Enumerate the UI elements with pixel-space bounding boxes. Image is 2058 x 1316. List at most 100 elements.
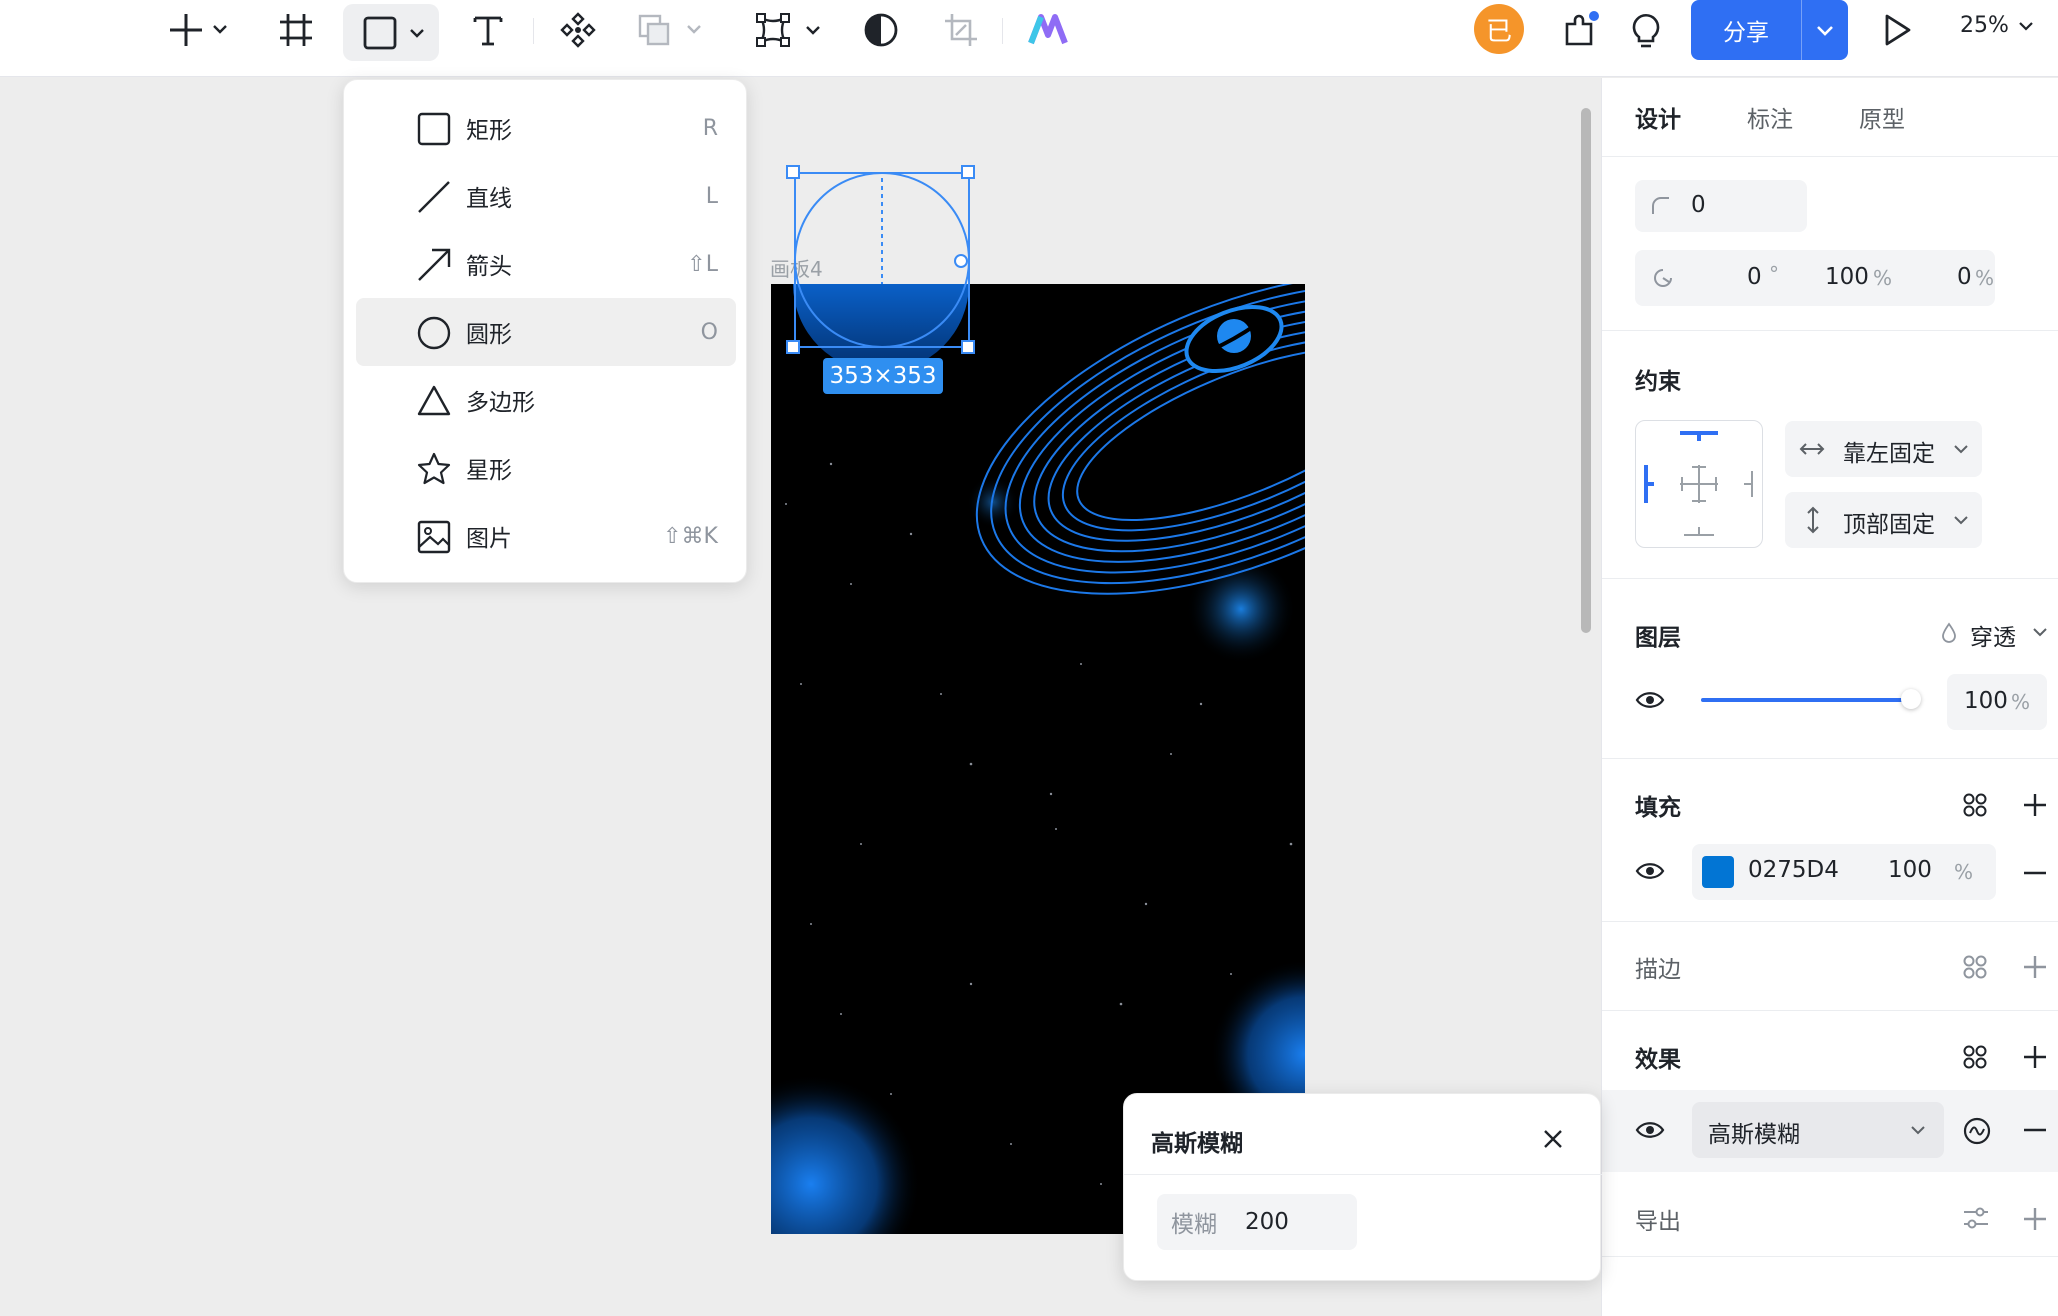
horizontal-constraint-select[interactable]: 靠左固定 bbox=[1785, 421, 1982, 477]
opacity-value: 100 bbox=[1964, 688, 2008, 714]
artboard[interactable] bbox=[771, 284, 1305, 1234]
arrow-icon bbox=[418, 248, 451, 281]
style-library-icon[interactable] bbox=[1962, 792, 1988, 818]
image-icon bbox=[417, 520, 451, 554]
top-toolbar: 已 分享 25% bbox=[0, 0, 2058, 77]
arc-start-unit: ° bbox=[1769, 262, 1779, 286]
ai-tool-button[interactable] bbox=[1022, 0, 1074, 60]
opacity-input[interactable]: 100 % bbox=[1947, 674, 2047, 730]
mask-tool-button[interactable] bbox=[855, 0, 907, 60]
blur-amount-value[interactable]: 200 bbox=[1245, 1209, 1289, 1235]
menu-item-star[interactable]: 星形 bbox=[356, 434, 736, 502]
menu-item-polygon[interactable]: 多边形 bbox=[356, 366, 736, 434]
corner-radius-field[interactable]: 0 bbox=[1635, 180, 1807, 232]
frame-icon bbox=[280, 14, 312, 46]
eye-icon[interactable] bbox=[1635, 690, 1665, 710]
shape-tool-button[interactable] bbox=[343, 4, 439, 61]
resize-handle-top-right[interactable] bbox=[961, 165, 975, 179]
opacity-slider[interactable] bbox=[1701, 689, 1921, 711]
fill-color-swatch[interactable] bbox=[1702, 856, 1734, 888]
remove-fill-icon[interactable] bbox=[2022, 871, 2048, 875]
canvas-scrollbar[interactable] bbox=[1581, 108, 1591, 633]
resize-handle-top-left[interactable] bbox=[786, 165, 800, 179]
shape-dropdown-menu: 矩形 R 直线 L 箭头 ⇧L 圆形 O 多边形 星形 图片 ⇧⌘K bbox=[343, 79, 747, 583]
crop-tool-button[interactable] bbox=[935, 0, 987, 60]
arc-icon bbox=[1654, 269, 1672, 287]
crop-icon bbox=[945, 14, 977, 46]
arc-handle[interactable] bbox=[954, 254, 968, 268]
fill-hex-value[interactable]: 0275D4 bbox=[1748, 857, 1839, 883]
add-effect-icon[interactable] bbox=[2022, 1044, 2048, 1070]
effect-type-select[interactable]: 高斯模糊 bbox=[1692, 1102, 1944, 1158]
inspiration-button[interactable] bbox=[1620, 0, 1672, 60]
menu-item-arrow[interactable]: 箭头 ⇧L bbox=[356, 230, 736, 298]
share-button[interactable]: 分享 bbox=[1691, 0, 1848, 60]
add-stroke-icon[interactable] bbox=[2022, 954, 2048, 980]
vertical-constraint-value: 顶部固定 bbox=[1843, 512, 1935, 538]
effect-settings-icon[interactable] bbox=[1962, 1116, 1992, 1146]
resize-handle-bottom-right[interactable] bbox=[961, 340, 975, 354]
vector-tool-button[interactable] bbox=[742, 0, 832, 60]
gaussian-blur-popup: 高斯模糊 模糊 200 bbox=[1123, 1093, 1602, 1281]
arc-ratio-value[interactable]: 0 bbox=[1957, 264, 1972, 290]
popup-title: 高斯模糊 bbox=[1151, 1131, 1243, 1157]
preview-button[interactable] bbox=[1870, 0, 1922, 60]
vertical-constraint-select[interactable]: 顶部固定 bbox=[1785, 492, 1982, 548]
mask-icon bbox=[864, 13, 898, 47]
tab-design[interactable]: 设计 bbox=[1635, 100, 1681, 134]
puzzle-icon bbox=[1565, 11, 1599, 46]
blur-amount-label: 模糊 bbox=[1171, 1212, 1217, 1238]
selection-box[interactable] bbox=[794, 172, 970, 348]
menu-item-rectangle[interactable]: 矩形 R bbox=[356, 94, 736, 162]
blend-mode-select[interactable]: 穿透 bbox=[1970, 618, 2016, 652]
plugins-button[interactable] bbox=[1555, 0, 1607, 60]
resize-handle-bottom-left[interactable] bbox=[786, 340, 800, 354]
rectangle-icon bbox=[363, 16, 424, 49]
close-icon[interactable] bbox=[1542, 1128, 1564, 1150]
blur-amount-field[interactable]: 模糊 200 bbox=[1157, 1194, 1357, 1250]
chevron-down-icon bbox=[2019, 21, 2033, 31]
component-tool-button[interactable] bbox=[552, 0, 604, 60]
design-panel: 设计 标注 原型 0 0 ° 100 % 0 % 约束 靠左固定 顶部固定 图层… bbox=[1601, 78, 2058, 1316]
style-library-icon[interactable] bbox=[1962, 954, 1988, 980]
component-icon bbox=[560, 12, 596, 48]
eye-icon[interactable] bbox=[1635, 1120, 1665, 1140]
horizontal-arrows-icon bbox=[1799, 443, 1825, 455]
export-settings-icon[interactable] bbox=[1962, 1206, 1990, 1230]
eye-icon[interactable] bbox=[1635, 861, 1665, 881]
chevron-down-icon bbox=[1817, 26, 1833, 36]
corner-radius-icon bbox=[1652, 197, 1669, 214]
arc-settings-field[interactable]: 0 ° 100 % 0 % bbox=[1635, 250, 1995, 306]
boolean-tool-button[interactable] bbox=[630, 0, 710, 60]
arc-start-value[interactable]: 0 bbox=[1747, 264, 1762, 290]
opacity-slider-knob[interactable] bbox=[1901, 689, 1921, 709]
remove-effect-icon[interactable] bbox=[2022, 1128, 2048, 1132]
fill-opacity-value[interactable]: 100 bbox=[1888, 857, 1932, 883]
add-tool-button[interactable] bbox=[148, 0, 238, 60]
add-export-icon[interactable] bbox=[2022, 1206, 2048, 1232]
opacity-unit: % bbox=[2011, 690, 2031, 714]
menu-item-image[interactable]: 图片 ⇧⌘K bbox=[356, 502, 736, 570]
effect-type-value: 高斯模糊 bbox=[1708, 1122, 1800, 1148]
menu-item-shortcut: ⇧⌘K bbox=[663, 523, 718, 549]
arc-sweep-value[interactable]: 100 bbox=[1825, 264, 1869, 290]
share-dropdown-button[interactable] bbox=[1801, 0, 1848, 60]
constraint-widget[interactable] bbox=[1635, 420, 1763, 548]
menu-item-shortcut: ⇧L bbox=[687, 251, 718, 277]
menu-item-ellipse[interactable]: 圆形 O bbox=[356, 298, 736, 366]
menu-item-shortcut: L bbox=[705, 183, 718, 209]
add-fill-icon[interactable] bbox=[2022, 792, 2048, 818]
frame-tool-button[interactable] bbox=[270, 0, 322, 60]
tab-annotate[interactable]: 标注 bbox=[1747, 100, 1793, 134]
fill-color-field[interactable]: 0275D4 100 % bbox=[1692, 844, 1996, 900]
tab-prototype[interactable]: 原型 bbox=[1859, 100, 1905, 134]
selection-size-tag: 353×353 bbox=[823, 358, 943, 394]
menu-item-line[interactable]: 直线 L bbox=[356, 162, 736, 230]
share-label: 分享 bbox=[1723, 20, 1769, 46]
zoom-control[interactable]: 25% bbox=[1960, 13, 2035, 38]
menu-item-shortcut: O bbox=[700, 319, 718, 345]
style-library-icon[interactable] bbox=[1962, 1044, 1988, 1070]
user-avatar[interactable]: 已 bbox=[1474, 4, 1524, 54]
menu-item-label: 箭头 bbox=[466, 254, 512, 280]
text-tool-button[interactable] bbox=[462, 0, 514, 60]
